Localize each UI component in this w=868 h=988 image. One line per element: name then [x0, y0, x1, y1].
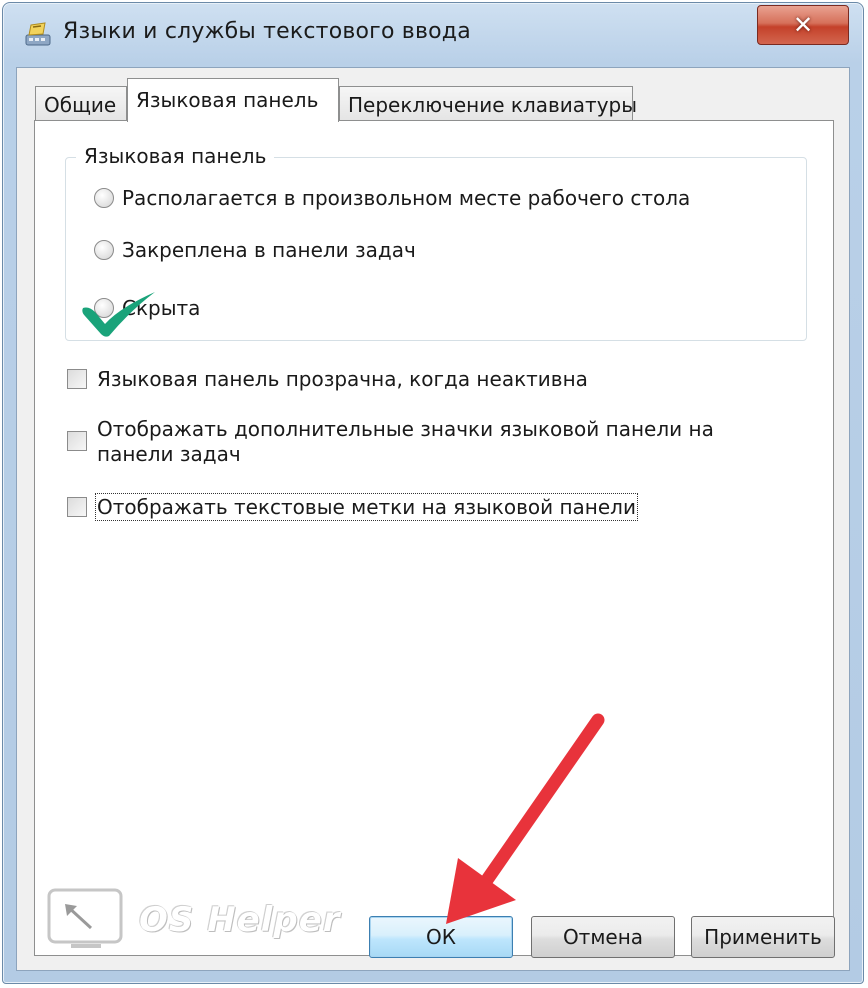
window-title: Языки и службы текстового ввода: [63, 19, 471, 44]
checkbox[interactable]: [67, 369, 87, 389]
radio-label: Располагается в произвольном месте рабоч…: [122, 186, 691, 210]
watermark-text: OS Helper: [139, 900, 341, 940]
radio-floating-desktop[interactable]: Располагается в произвольном месте рабоч…: [94, 186, 690, 210]
apply-button-label: Применить: [704, 925, 822, 949]
watermark-logo-icon: [47, 888, 123, 948]
tab-label: Языковая панель: [136, 88, 319, 112]
checkbox[interactable]: [67, 431, 87, 451]
checkbox-label: Отображать текстовые метки на языковой п…: [95, 493, 638, 521]
watermark: OS Helper: [47, 888, 377, 958]
checkbox-transparent-inactive[interactable]: Языковая панель прозрачна, когда неактив…: [67, 367, 588, 391]
tab-label: Переключение клавиатуры: [348, 93, 638, 117]
checkbox-extra-icons-taskbar[interactable]: Отображать дополнительные значки языково…: [67, 417, 717, 467]
language-services-icon: [25, 22, 51, 46]
tab-general[interactable]: Общие: [35, 86, 127, 122]
tab-keyboard-switching[interactable]: Переключение клавиатуры: [339, 86, 637, 122]
language-bar-groupbox: Языковая панель Располагается в произвол…: [65, 144, 807, 341]
radio-label: Закреплена в панели задач: [122, 238, 416, 262]
groupbox-legend: Языковая панель: [76, 144, 275, 168]
title-bar[interactable]: Языки и службы текстового ввода ✕: [3, 3, 863, 67]
radio-docked-taskbar[interactable]: Закреплена в панели задач: [94, 238, 416, 262]
checkbox[interactable]: [67, 497, 87, 517]
tab-language-bar[interactable]: Языковая панель: [127, 78, 339, 122]
checkbox-label: Отображать дополнительные значки языково…: [97, 417, 714, 466]
close-icon: ✕: [792, 11, 814, 39]
checkbox-label: Языковая панель прозрачна, когда неактив…: [97, 367, 588, 391]
apply-button[interactable]: Применить: [691, 916, 835, 958]
tab-label: Общие: [44, 93, 117, 117]
close-button[interactable]: ✕: [757, 5, 849, 45]
annotation-checkmark-icon: [82, 292, 155, 337]
checkbox-text-labels[interactable]: Отображать текстовые метки на языковой п…: [67, 493, 638, 521]
annotation-arrow-icon: [446, 713, 605, 924]
radio-button[interactable]: [94, 240, 114, 260]
radio-button[interactable]: [94, 188, 114, 208]
